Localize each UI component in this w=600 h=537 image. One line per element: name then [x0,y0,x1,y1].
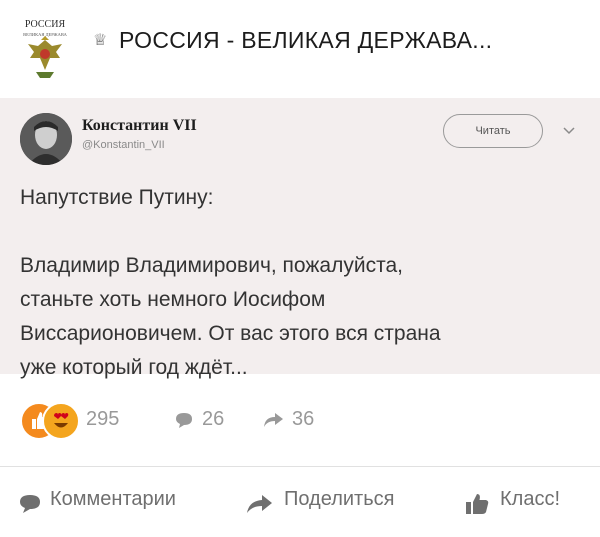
post-stats: 295 26 36 [20,400,580,440]
reaction-love[interactable] [42,402,80,440]
action-bar: Комментарии Поделиться Класс! [0,480,600,524]
tweet-line: Виссарионовичем. От вас этого вся страна [20,322,441,345]
logo-text-bottom: ВЕЛИКАЯ ДЕРЖАВА [23,32,68,37]
comment-icon[interactable] [174,410,194,430]
tweet-author-name[interactable]: Константин VII [82,117,197,135]
avatar-portrait-icon [20,113,72,165]
follow-button[interactable]: Читать [443,114,543,148]
chevron-down-icon[interactable] [562,126,576,136]
comment-icon [20,495,40,513]
avatar[interactable] [20,113,72,165]
share-arrow-icon[interactable] [262,410,284,430]
divider [0,466,600,467]
share-button[interactable]: Поделиться [284,488,394,511]
crown-icon: ♕ [93,32,108,49]
thumbs-up-icon [466,494,489,514]
tweet-line: Владимир Владимирович, пожалуйста, [20,254,403,277]
group-logo[interactable]: РОССИЯ ВЕЛИКАЯ ДЕРЖАВА [14,14,76,82]
tweet-line: станьте хоть немного Иосифом [20,288,326,311]
reactions-count: 295 [86,408,120,430]
tweet-line: Напутствие Путину: [20,186,214,209]
comments-button[interactable]: Комментарии [50,488,176,511]
tweet-line: уже который год ждёт... [20,356,248,379]
tweet-line-blank [20,215,580,249]
share-arrow-icon [247,495,272,513]
like-button[interactable]: Класс! [500,488,560,511]
group-header: РОССИЯ ВЕЛИКАЯ ДЕРЖАВА ♕ РОССИЯ - ВЕЛИКА… [0,0,600,98]
heart-eyes-emoji-icon [54,413,69,428]
shares-count: 36 [292,408,315,430]
tweet-text: Напутствие Путину: Владимир Владимирович… [20,181,580,385]
tweet-author-handle: @Konstantin_VII [82,139,165,151]
group-title[interactable]: РОССИЯ - ВЕЛИКАЯ ДЕРЖАВА... [119,27,492,54]
logo-text-top: РОССИЯ [25,19,66,30]
comments-count: 26 [202,408,225,430]
